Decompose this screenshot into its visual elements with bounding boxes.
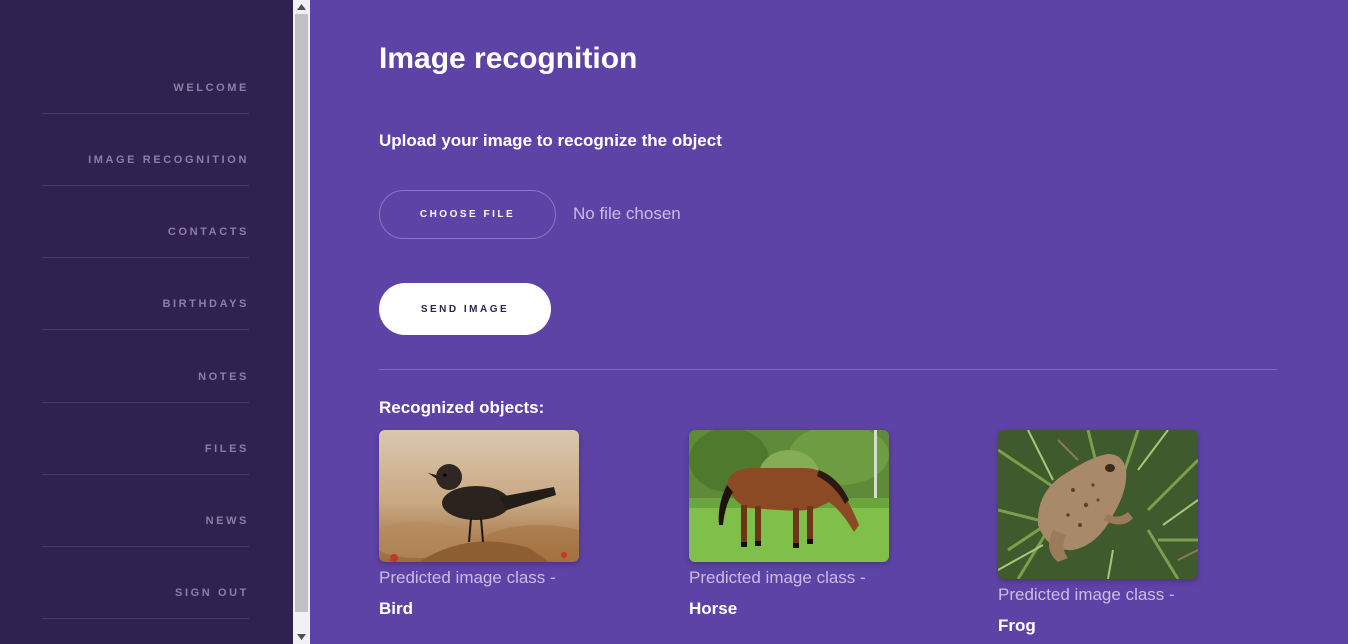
horse-photo — [689, 430, 889, 562]
upload-prompt: Upload your image to recognize the objec… — [379, 131, 722, 150]
choose-file-button[interactable]: CHOOSE FILE — [379, 190, 556, 239]
predicted-class-label: Predicted image class - — [689, 568, 866, 587]
result-card: Predicted image class - Bird — [379, 430, 579, 619]
sidebar-item-label[interactable]: BIRTHDAYS — [162, 298, 249, 310]
sidebar-item-files[interactable]: FILES — [42, 443, 249, 475]
divider — [42, 402, 249, 403]
section-divider — [379, 369, 1277, 370]
scroll-thumb[interactable] — [295, 14, 308, 612]
bird-photo — [379, 430, 579, 562]
divider — [42, 546, 249, 547]
divider — [42, 618, 249, 619]
predicted-class-value: Frog — [998, 616, 1036, 635]
choose-file-label: CHOOSE FILE — [419, 209, 516, 220]
sidebar-item-contacts[interactable]: CONTACTS — [42, 226, 249, 258]
result-card: Predicted image class - Horse — [689, 430, 889, 619]
sidebar-item-label[interactable]: NEWS — [206, 515, 249, 527]
scroll-down-arrow-icon[interactable] — [293, 630, 310, 644]
file-status-text: No file chosen — [573, 204, 681, 223]
divider — [42, 257, 249, 258]
sidebar-item-label[interactable]: NOTES — [198, 371, 249, 383]
sidebar-item-news[interactable]: NEWS — [42, 515, 249, 547]
sidebar: WELCOME IMAGE RECOGNITION CONTACTS BIRTH… — [0, 0, 293, 644]
predicted-class-label: Predicted image class - — [379, 568, 556, 587]
sidebar-item-welcome[interactable]: WELCOME — [42, 82, 249, 114]
sidebar-item-label[interactable]: CONTACTS — [168, 226, 249, 238]
send-image-button[interactable]: SEND IMAGE — [379, 283, 551, 335]
sidebar-item-label[interactable]: FILES — [205, 443, 249, 455]
divider — [42, 113, 249, 114]
sidebar-item-label[interactable]: WELCOME — [173, 82, 249, 94]
result-card: Predicted image class - Frog — [998, 430, 1198, 636]
divider — [42, 329, 249, 330]
recognized-objects-heading: Recognized objects: — [379, 398, 545, 417]
scroll-up-arrow-icon[interactable] — [293, 0, 310, 14]
main-content: Image recognition Upload your image to r… — [310, 0, 1348, 644]
send-image-label: SEND IMAGE — [420, 303, 510, 315]
sidebar-item-image-recognition[interactable]: IMAGE RECOGNITION — [42, 154, 249, 186]
divider — [42, 185, 249, 186]
frog-photo — [998, 430, 1198, 579]
sidebar-item-birthdays[interactable]: BIRTHDAYS — [42, 298, 249, 330]
page-title: Image recognition — [379, 42, 638, 75]
sidebar-item-sign-out[interactable]: SIGN OUT — [42, 587, 249, 619]
predicted-class-value: Horse — [689, 599, 738, 618]
sidebar-item-label[interactable]: SIGN OUT — [175, 587, 249, 599]
predicted-class-label: Predicted image class - — [998, 585, 1175, 604]
predicted-class-value: Bird — [379, 599, 413, 618]
divider — [42, 474, 249, 475]
sidebar-item-label[interactable]: IMAGE RECOGNITION — [88, 154, 249, 166]
sidebar-scrollbar[interactable] — [293, 0, 310, 644]
sidebar-item-notes[interactable]: NOTES — [42, 371, 249, 403]
